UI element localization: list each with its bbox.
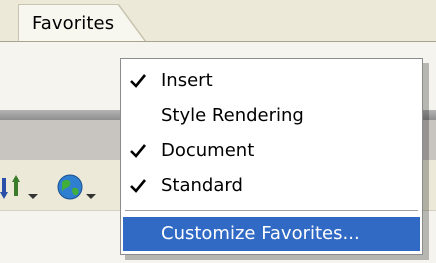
tab-favorites-label: Favorites	[32, 13, 115, 34]
menu-item-label: Standard	[161, 175, 243, 196]
menu-item-customize-favorites[interactable]: Customize Favorites...	[123, 217, 420, 251]
menu-item-label: Style Rendering	[161, 105, 304, 126]
menu-item-document[interactable]: Document	[123, 134, 420, 168]
globe-icon[interactable]	[54, 172, 104, 202]
menu-item-style-rendering[interactable]: Style Rendering	[123, 99, 420, 133]
favorites-context-menu: Insert Style Rendering Document Standard…	[120, 58, 423, 255]
checkmark-icon	[130, 74, 147, 88]
checkmark-icon	[130, 179, 147, 193]
menu-item-label: Customize Favorites...	[161, 223, 360, 244]
menu-separator	[125, 210, 418, 212]
favorites-panel: Favorites Insert Style Rendering Documen…	[0, 0, 436, 263]
sort-order-icon[interactable]	[0, 172, 44, 202]
menu-item-standard[interactable]: Standard	[123, 169, 420, 203]
checkmark-icon	[130, 144, 147, 158]
menu-item-label: Document	[161, 140, 255, 161]
menu-item-insert[interactable]: Insert	[123, 64, 420, 98]
menu-item-label: Insert	[161, 70, 213, 91]
